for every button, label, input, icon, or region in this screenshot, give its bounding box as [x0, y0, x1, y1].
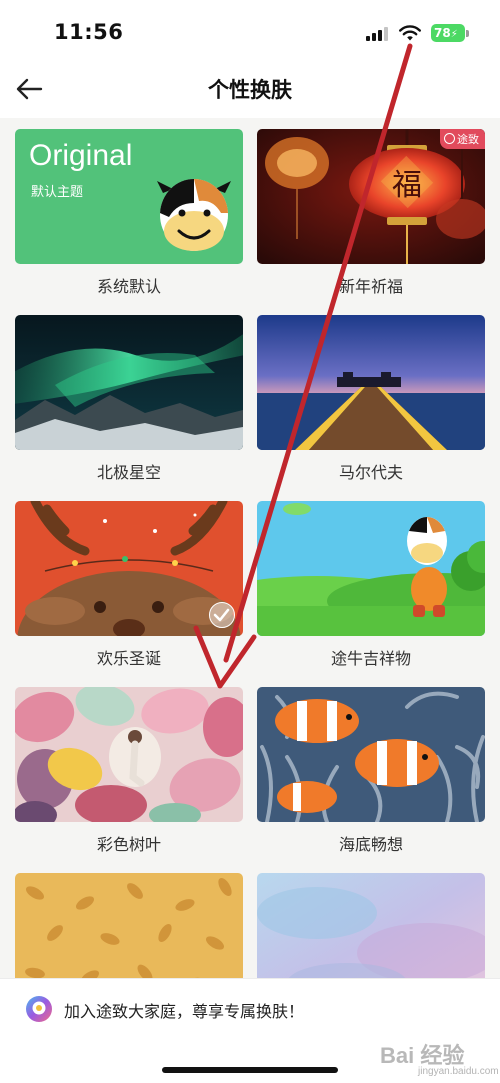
theme-label: 马尔代夫	[338, 463, 403, 482]
theme-grid: Original 默认主题 系统默认 福 途致 新年祈福 北极星空 马尔代夫 欢…	[0, 118, 500, 978]
theme-thumbnail	[15, 501, 243, 636]
selected-check-icon	[209, 602, 235, 628]
theme-label: 欢乐圣诞	[96, 649, 161, 668]
theme-thumbnail	[257, 501, 485, 636]
theme-label: 彩色树叶	[96, 835, 161, 854]
cow-mascot-icon	[157, 178, 231, 251]
clownfish-1	[275, 699, 359, 743]
tuzhi-tag-icon	[444, 133, 455, 144]
banner-text: 加入途致大家庭，尊享专属换肤！	[64, 1002, 305, 1021]
theme-card-default[interactable]: Original 默认主题 系统默认	[15, 129, 243, 296]
colorful-leaves-image	[15, 687, 243, 822]
battery-level: 78	[434, 26, 451, 40]
pier-image	[257, 315, 485, 450]
status-bar: 11:56 78⚡	[0, 0, 500, 60]
theme-card-underwater[interactable]: 海底畅想	[257, 687, 485, 854]
theme-label: 系统默认	[96, 277, 161, 296]
page-title: 个性换肤	[208, 78, 292, 102]
theme-card-christmas[interactable]: 欢乐圣诞	[15, 501, 243, 668]
tuzhi-logo-icon	[26, 996, 52, 1022]
theme-label: 北极星空	[96, 463, 161, 482]
yellow-leaf-pattern-image	[15, 873, 243, 978]
mascot-meadow-image	[257, 501, 485, 636]
theme-thumbnail: Original 默认主题	[15, 129, 243, 264]
lantern-character: 福	[392, 168, 422, 203]
theme-thumbnail	[15, 315, 243, 450]
home-indicator[interactable]	[162, 1067, 338, 1073]
theme-card-mascot[interactable]: 途牛吉祥物	[257, 501, 485, 668]
baidu-watermark-url: jingyan.baidu.com	[418, 1066, 499, 1077]
header: 个性换肤	[0, 62, 500, 114]
battery-indicator: 78⚡	[431, 24, 465, 42]
theme-thumbnail: 福 途致	[257, 129, 485, 264]
theme-thumbnail	[15, 687, 243, 822]
theme-card-new-year[interactable]: 福 途致 新年祈福	[257, 129, 485, 296]
theme-card-maldives[interactable]: 马尔代夫	[257, 315, 485, 482]
theme-card-leaves[interactable]: 彩色树叶	[15, 687, 243, 854]
theme-thumbnail	[257, 873, 485, 978]
tag-text: 途致	[457, 133, 479, 146]
battery-tip	[466, 30, 469, 37]
status-time: 11:56	[54, 20, 124, 44]
theme-label: 新年祈福	[338, 277, 403, 296]
aurora-image	[15, 315, 243, 450]
theme-card-yellow-pattern[interactable]	[15, 873, 243, 978]
theme-label: 途牛吉祥物	[330, 649, 411, 668]
clownfish-2	[355, 739, 439, 787]
lantern-image: 福	[257, 129, 485, 264]
wifi-icon	[399, 25, 421, 41]
default-theme-title: Original	[29, 139, 133, 172]
theme-card-aurora[interactable]: 北极星空	[15, 315, 243, 482]
theme-card-watercolor[interactable]	[257, 873, 485, 978]
signal-icon	[366, 27, 388, 41]
clownfish-image	[257, 687, 485, 822]
clownfish-3	[277, 781, 337, 813]
watercolor-image	[257, 873, 485, 978]
tuzhi-tag: 途致	[440, 129, 485, 149]
theme-thumbnail	[15, 873, 243, 978]
default-theme-subtitle: 默认主题	[31, 185, 84, 200]
theme-thumbnail	[257, 315, 485, 450]
theme-thumbnail	[257, 687, 485, 822]
theme-label: 海底畅想	[338, 835, 403, 854]
